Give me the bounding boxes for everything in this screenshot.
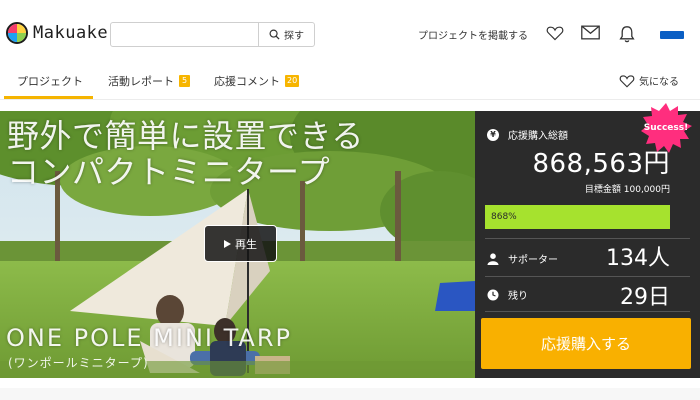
search-button-label: 探す xyxy=(284,31,304,42)
yen-icon: ¥ xyxy=(487,128,499,141)
remaining-label-row: 残り xyxy=(487,287,528,302)
account-avatar[interactable] xyxy=(660,31,684,39)
support-comments-count-badge: 20 xyxy=(285,75,300,87)
remaining-days: 29日 xyxy=(620,285,670,310)
hero-title-line-2: コンパクトミニタープ xyxy=(7,153,331,191)
play-icon xyxy=(224,239,231,248)
progress-percent: 868% xyxy=(491,212,517,222)
panel-divider xyxy=(485,311,690,312)
supporters-label: サポーター xyxy=(508,255,558,266)
page-bottom-strip xyxy=(0,388,700,400)
mail-icon[interactable] xyxy=(581,25,600,40)
success-label: Success! xyxy=(643,123,689,133)
search-box: 探す xyxy=(110,22,315,47)
tab-project[interactable]: プロジェクト xyxy=(17,73,83,89)
project-tabs: プロジェクト 活動レポート 5 応援コメント 20 気になる xyxy=(0,66,700,100)
bell-icon[interactable] xyxy=(619,25,635,43)
post-project-link[interactable]: プロジェクトを掲載する xyxy=(418,27,528,42)
site-header: Makuake 探す プロジェクトを掲載する xyxy=(0,0,700,66)
favorite-button[interactable]: 気になる xyxy=(619,73,679,88)
tab-activity-report[interactable]: 活動レポート 5 xyxy=(108,73,190,89)
clock-icon xyxy=(487,289,499,300)
favorite-label: 気になる xyxy=(639,77,679,88)
hero-product-name-kana: (ワンポールミニタープ) xyxy=(8,356,149,370)
play-video-button[interactable]: 再生 xyxy=(204,225,277,262)
activity-report-count-badge: 5 xyxy=(179,75,190,87)
play-label: 再生 xyxy=(235,237,257,251)
hero-product-name: ONE POLE MINI TARP xyxy=(6,324,292,352)
search-icon xyxy=(269,29,280,40)
heart-outline-icon xyxy=(619,74,635,88)
supporters-label-row: サポーター xyxy=(487,251,558,266)
person-icon xyxy=(487,252,499,265)
tab-support-comments[interactable]: 応援コメント 20 xyxy=(214,73,300,89)
total-label: 応援購入総額 xyxy=(508,131,568,142)
tab-support-comments-label: 応援コメント xyxy=(214,75,280,88)
heart-icon[interactable] xyxy=(546,25,564,41)
logo-mark-icon xyxy=(6,22,28,44)
tab-activity-report-label: 活動レポート xyxy=(108,75,174,88)
search-input[interactable] xyxy=(111,23,257,46)
success-badge: Success! xyxy=(640,103,692,155)
makuake-logo[interactable]: Makuake xyxy=(6,22,108,44)
goal-amount: 目標金額 100,000円 xyxy=(584,185,670,195)
project-hero-media[interactable]: 野外で簡単に設置できる コンパクトミニタープ 再生 ONE POLE MINI … xyxy=(0,111,475,378)
support-purchase-button[interactable]: 応援購入する xyxy=(481,318,691,369)
tabs-divider xyxy=(0,99,700,100)
progress-bar: 868% xyxy=(485,205,670,229)
search-button[interactable]: 探す xyxy=(258,23,314,46)
tab-project-label: プロジェクト xyxy=(17,75,83,88)
panel-divider xyxy=(485,276,690,277)
total-label-row: ¥ 応援購入総額 xyxy=(487,127,568,142)
hero-title-line-1: 野外で簡単に設置できる xyxy=(7,117,364,155)
supporters-count: 134人 xyxy=(606,246,670,271)
logo-text: Makuake xyxy=(33,23,109,43)
panel-divider xyxy=(485,238,690,239)
remaining-label: 残り xyxy=(508,291,528,302)
